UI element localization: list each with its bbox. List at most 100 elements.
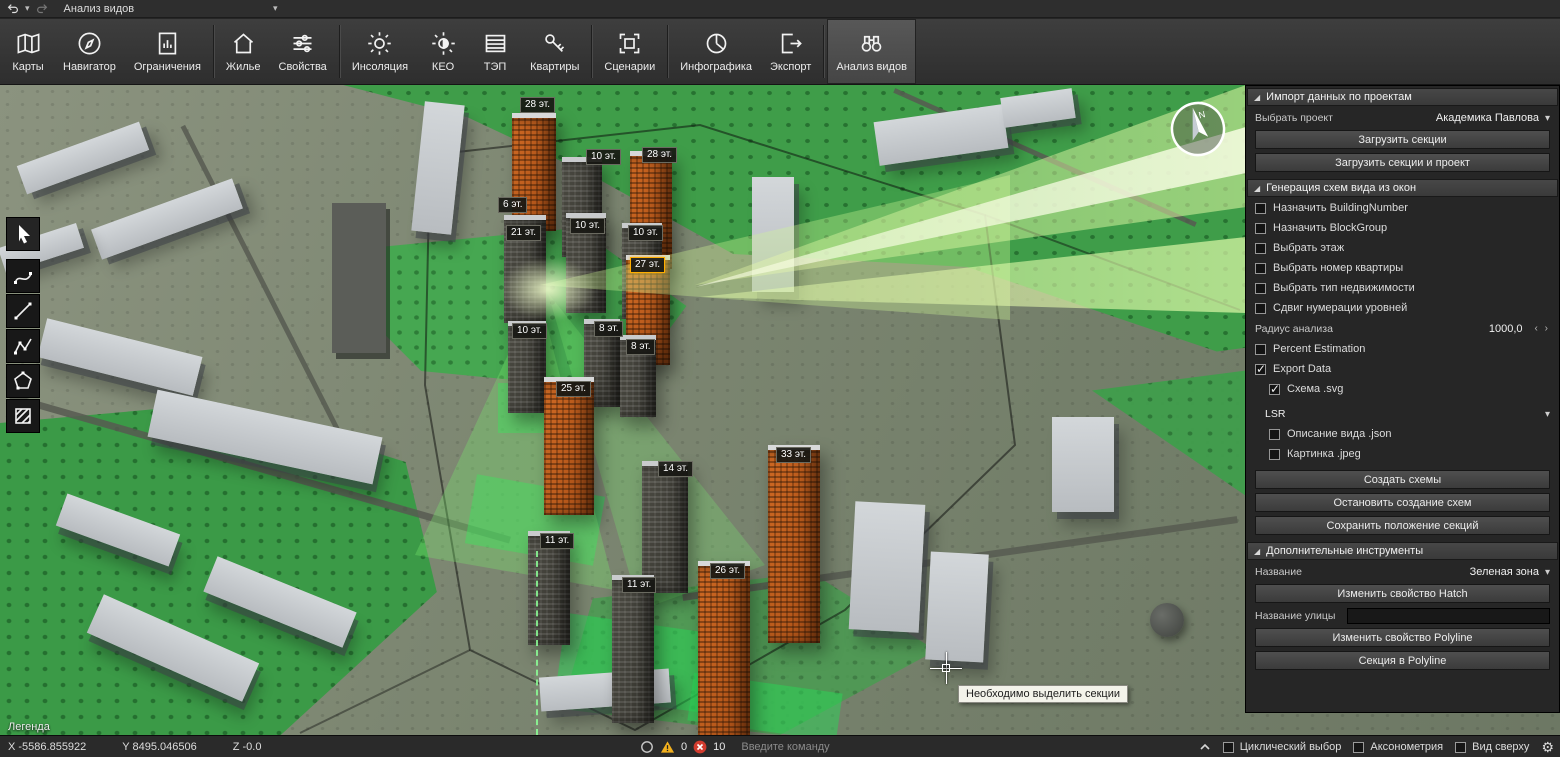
status-circle-icon[interactable] bbox=[640, 740, 654, 754]
checkbox-row-blockgroup[interactable]: Назначить BlockGroup bbox=[1247, 218, 1558, 238]
checkbox-row-json[interactable]: Описание вида .json bbox=[1247, 424, 1558, 444]
ribbon-button-navigator[interactable]: Навигатор bbox=[54, 19, 125, 84]
checkbox[interactable] bbox=[1255, 243, 1266, 254]
line-tool[interactable] bbox=[6, 294, 40, 328]
save-section-positions-button[interactable]: Сохранить положение секций bbox=[1255, 516, 1550, 535]
context-building bbox=[752, 177, 794, 292]
project-select-row[interactable]: Выбрать проект Академика Павлова bbox=[1247, 107, 1558, 128]
checkbox[interactable] bbox=[1255, 283, 1266, 294]
chevron-down-icon[interactable] bbox=[1545, 112, 1550, 124]
load-sections-project-button[interactable]: Загрузить секции и проект bbox=[1255, 153, 1550, 172]
polyline-tool[interactable] bbox=[6, 329, 40, 363]
checkbox-row-apartment-number[interactable]: Выбрать номер квартиры bbox=[1247, 258, 1558, 278]
checkbox[interactable] bbox=[1269, 384, 1280, 395]
section-header-extra-tools[interactable]: Дополнительные инструменты bbox=[1247, 542, 1558, 560]
checkbox[interactable] bbox=[1223, 742, 1234, 753]
toggle-top-view[interactable]: Вид сверху bbox=[1455, 741, 1529, 753]
value-stepper[interactable]: ‹ › bbox=[1535, 323, 1550, 334]
checkbox[interactable] bbox=[1255, 203, 1266, 214]
edit-hatch-button[interactable]: Изменить свойство Hatch bbox=[1255, 584, 1550, 603]
ribbon-button-maps[interactable]: Карты bbox=[2, 19, 54, 84]
binoculars-icon bbox=[858, 30, 885, 57]
frame-icon bbox=[616, 30, 643, 57]
stop-schemes-button[interactable]: Остановить создание схем bbox=[1255, 493, 1550, 512]
ribbon-button-tep[interactable]: ТЭП bbox=[469, 19, 521, 84]
legend-label[interactable]: Легенда bbox=[8, 721, 50, 733]
checkbox[interactable] bbox=[1353, 742, 1364, 753]
settings-gear-icon[interactable]: ⚙ bbox=[1541, 740, 1554, 754]
checkbox-row-level-shift[interactable]: Сдвиг нумерации уровней bbox=[1247, 298, 1558, 318]
building-3d[interactable] bbox=[544, 377, 594, 515]
drawing-tool-palette bbox=[6, 217, 40, 434]
checkbox-row-floor[interactable]: Выбрать этаж bbox=[1247, 238, 1558, 258]
ribbon-button-insolation[interactable]: Инсоляция bbox=[343, 19, 417, 84]
right-panel: Импорт данных по проектам Выбрать проект… bbox=[1245, 85, 1560, 713]
ribbon-button-housing[interactable]: Жилье bbox=[217, 19, 270, 84]
toggle-cyclic-selection[interactable]: Циклический выбор bbox=[1223, 741, 1342, 753]
checkbox-row-schema-svg[interactable]: Схема .svg bbox=[1247, 379, 1558, 399]
cursor-icon bbox=[12, 223, 34, 245]
ribbon-button-scenarios[interactable]: Сценарии bbox=[595, 19, 664, 84]
context-selector[interactable]: Анализ видов ▾ bbox=[64, 3, 278, 15]
checkbox[interactable] bbox=[1269, 429, 1280, 440]
ribbon-button-keo[interactable]: КЕО bbox=[417, 19, 469, 84]
section-header-import[interactable]: Импорт данных по проектам bbox=[1247, 88, 1558, 106]
ribbon-button-properties[interactable]: Свойства bbox=[270, 19, 336, 84]
checkbox-row-buildingnumber[interactable]: Назначить BuildingNumber bbox=[1247, 198, 1558, 218]
ribbon-button-infographics[interactable]: Инфографика bbox=[671, 19, 761, 84]
coord-z: Z -0.0 bbox=[233, 741, 262, 753]
undo-history-chevron-icon[interactable]: ▾ bbox=[25, 3, 30, 14]
building-3d[interactable] bbox=[768, 445, 820, 643]
polygon-tool[interactable] bbox=[6, 364, 40, 398]
zone-name-row[interactable]: Название Зеленая зона bbox=[1247, 561, 1558, 582]
building-3d[interactable] bbox=[698, 561, 750, 735]
section-header-generation[interactable]: Генерация схем вида из окон bbox=[1247, 179, 1558, 197]
collapse-icon[interactable] bbox=[1254, 182, 1260, 194]
chevron-down-icon[interactable] bbox=[1545, 408, 1550, 420]
spline-tool[interactable] bbox=[6, 259, 40, 293]
checkbox[interactable] bbox=[1255, 263, 1266, 274]
hatch-tool[interactable] bbox=[6, 399, 40, 433]
toggle-axonometry[interactable]: Аксонометрия bbox=[1353, 741, 1443, 753]
ribbon-button-restrictions[interactable]: Ограничения bbox=[125, 19, 210, 84]
load-sections-button[interactable]: Загрузить секции bbox=[1255, 130, 1550, 149]
error-icon[interactable] bbox=[693, 740, 707, 754]
checkbox[interactable] bbox=[1255, 364, 1266, 375]
checkbox-row-realestate-type[interactable]: Выбрать тип недвижимости bbox=[1247, 278, 1558, 298]
street-name-input[interactable] bbox=[1347, 608, 1550, 624]
building-3d[interactable] bbox=[512, 113, 556, 231]
collapse-icon[interactable] bbox=[1254, 545, 1260, 557]
checkbox[interactable] bbox=[1255, 303, 1266, 314]
ribbon-button-export[interactable]: Экспорт bbox=[761, 19, 820, 84]
building-floor-label: 10 эт. bbox=[570, 218, 605, 234]
checkbox-row-jpeg[interactable]: Картинка .jpeg bbox=[1247, 444, 1558, 464]
radius-row[interactable]: Радиус анализа 1000,0 ‹ › bbox=[1247, 318, 1558, 339]
collapse-icon[interactable] bbox=[1254, 91, 1260, 103]
checkbox[interactable] bbox=[1255, 223, 1266, 234]
building-3d[interactable] bbox=[612, 575, 654, 723]
checkbox[interactable] bbox=[1269, 449, 1280, 460]
checkbox-row-percent-estimation[interactable]: Percent Estimation bbox=[1247, 339, 1558, 359]
checkbox[interactable] bbox=[1455, 742, 1466, 753]
chevron-up-icon[interactable] bbox=[1199, 742, 1211, 752]
checkbox-row-export-data[interactable]: Export Data bbox=[1247, 359, 1558, 379]
edit-polyline-button[interactable]: Изменить свойство Polyline bbox=[1255, 628, 1550, 647]
radius-value[interactable]: 1000,0 bbox=[1489, 323, 1523, 335]
command-input[interactable] bbox=[739, 740, 1039, 754]
ribbon-button-view-analysis[interactable]: Анализ видов bbox=[827, 19, 916, 84]
lsr-dropdown[interactable]: LSR bbox=[1247, 403, 1558, 424]
select-tool[interactable] bbox=[6, 217, 40, 251]
checkbox[interactable] bbox=[1255, 344, 1266, 355]
undo-icon[interactable] bbox=[6, 2, 20, 16]
section-to-polyline-button[interactable]: Секция в Polyline bbox=[1255, 651, 1550, 670]
ribbon-button-apartments[interactable]: Квартиры bbox=[521, 19, 588, 84]
warning-icon[interactable] bbox=[660, 740, 675, 754]
chevron-down-icon[interactable] bbox=[1545, 566, 1550, 578]
hatch-icon bbox=[12, 405, 34, 427]
road bbox=[181, 125, 340, 430]
building-3d[interactable] bbox=[642, 461, 688, 593]
redo-icon[interactable] bbox=[35, 2, 49, 16]
building-floor-label: 10 эт. bbox=[628, 225, 663, 241]
sun-icon bbox=[366, 30, 393, 57]
create-schemes-button[interactable]: Создать схемы bbox=[1255, 470, 1550, 489]
